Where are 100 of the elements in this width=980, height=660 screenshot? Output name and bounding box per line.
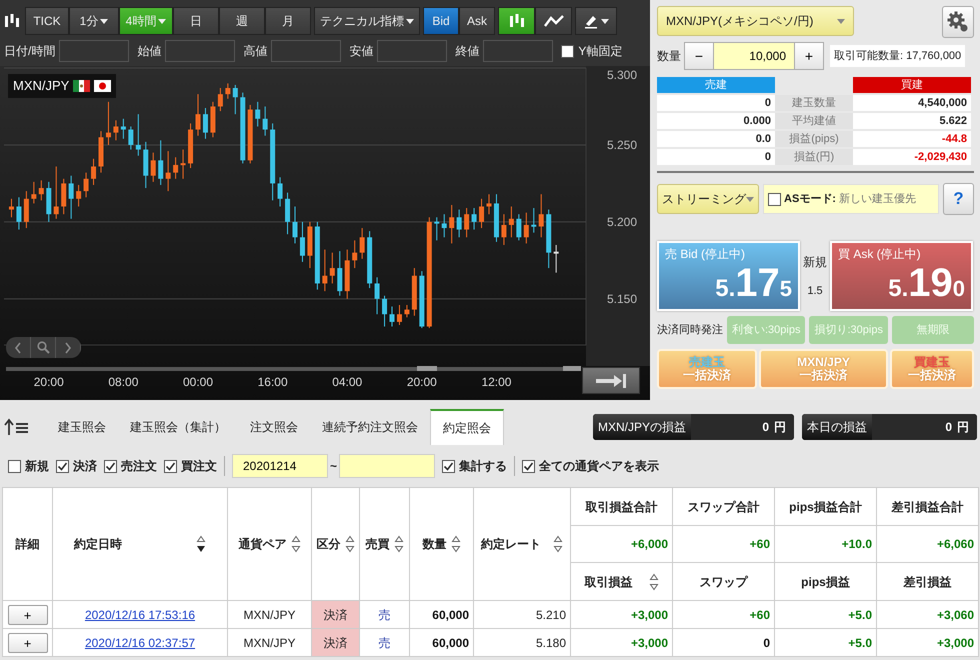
axis-label: 5.150 <box>606 292 637 306</box>
sell-header: 売建 <box>657 77 775 93</box>
checkbox[interactable] <box>104 460 117 472</box>
caret-icon <box>601 18 609 24</box>
line-chart-icon <box>544 14 564 28</box>
candle <box>314 221 320 290</box>
tab[interactable]: 連続予約注文照会 <box>310 409 430 445</box>
candle <box>382 295 388 328</box>
quantity-field[interactable]: 10,000 <box>714 42 794 70</box>
timeframe-button[interactable]: 日 <box>173 7 219 35</box>
pl-value: 0 <box>762 418 769 436</box>
sort-icon[interactable] <box>196 534 206 554</box>
input-field[interactable] <box>377 40 448 62</box>
expand-button[interactable]: + <box>8 632 48 652</box>
expand-button[interactable]: + <box>8 604 48 624</box>
total-value: +60 <box>750 537 770 551</box>
help-button[interactable]: ? <box>943 183 974 215</box>
checkbox[interactable] <box>768 192 781 206</box>
timeframe-button[interactable]: TICK <box>25 7 69 35</box>
input-field[interactable] <box>483 40 554 62</box>
input-field[interactable] <box>165 40 236 62</box>
checkbox[interactable] <box>442 460 456 472</box>
candle <box>240 92 246 164</box>
total-value: +6,060 <box>936 537 974 551</box>
input-field[interactable]: 新しい建玉優先 <box>838 190 935 208</box>
candle <box>54 166 59 220</box>
buy-price-button[interactable]: 買 Ask (停止中) 5.190 <box>830 241 973 311</box>
scroll-to-end-button[interactable] <box>582 367 640 394</box>
candle <box>442 214 447 238</box>
checkbox-label: 決済 <box>73 458 97 475</box>
caret-icon <box>746 196 754 202</box>
checkbox[interactable] <box>522 460 536 472</box>
candle <box>434 216 440 241</box>
indicator-menu-button[interactable]: テクニカル指標 <box>314 7 420 35</box>
tab[interactable]: 建玉照会（集計） <box>118 409 238 445</box>
field-label: 始値 <box>137 43 162 60</box>
date-field[interactable] <box>339 454 436 478</box>
field-label: 終値 <box>455 43 480 60</box>
candle <box>16 196 22 230</box>
candle <box>173 156 178 180</box>
input-field[interactable] <box>59 40 130 62</box>
increment-button[interactable]: + <box>794 42 824 70</box>
caret-icon <box>406 18 414 24</box>
column-header: 約定レート <box>481 536 541 553</box>
tab[interactable]: 約定照会 <box>430 409 504 445</box>
column-header: 取引損益 <box>584 574 632 590</box>
input-field[interactable] <box>271 40 342 62</box>
field-label: 高値 <box>243 43 268 60</box>
candle <box>330 252 335 284</box>
as-mode-field[interactable]: ASモード: 新しい建玉優先 <box>763 184 939 214</box>
column-header: 約定日時 <box>74 536 122 553</box>
candle <box>8 198 14 218</box>
settings-button[interactable] <box>942 6 974 38</box>
timeframe-button[interactable]: 週 <box>219 7 265 35</box>
field-label: 安値 <box>349 43 374 60</box>
line-chart-button[interactable] <box>535 7 572 35</box>
date-field[interactable]: 20201214 <box>232 454 328 478</box>
row-label: 平均建値 <box>775 113 853 129</box>
row-label: 建玉数量 <box>775 95 853 111</box>
tab[interactable]: 建玉照会 <box>46 409 118 445</box>
drawing-tool-button[interactable] <box>575 7 617 35</box>
price-title: 売 Bid (停止中) <box>665 246 746 263</box>
table-cell: +60 <box>672 600 774 628</box>
price-side-button[interactable]: Ask <box>459 7 495 35</box>
mode-select[interactable]: ストリーミング <box>657 184 759 214</box>
checkbox[interactable] <box>164 460 177 472</box>
decrement-button[interactable]: − <box>684 42 714 70</box>
range-separator: ~ <box>330 458 338 475</box>
candle <box>106 101 111 146</box>
table-cell: 5.180 <box>474 628 570 656</box>
scrollbar[interactable] <box>6 366 581 371</box>
sort-menu-icon[interactable] <box>4 417 30 437</box>
buy-header: 買建 <box>853 77 971 93</box>
candle <box>61 178 66 215</box>
total-value: +6,000 <box>630 537 668 551</box>
candle <box>486 194 492 215</box>
candle <box>188 122 194 169</box>
candlestick-chart-button[interactable] <box>498 7 535 35</box>
table-cell: +3,000 <box>570 628 672 656</box>
table-cell: 決済 <box>312 600 360 628</box>
row-label: 損益(pips) <box>775 131 853 147</box>
table-cell: 決済 <box>312 628 360 656</box>
checkbox[interactable] <box>56 460 69 472</box>
candle <box>524 212 529 244</box>
currency-select[interactable]: MXN/JPY(メキシコペソ/円) <box>657 6 854 36</box>
timeframe-button[interactable]: 月 <box>265 7 311 35</box>
candle <box>98 130 104 174</box>
spread-label: 新規 <box>803 254 827 271</box>
tab[interactable]: 注文照会 <box>238 409 310 445</box>
axis-label: 12:00 <box>481 375 512 389</box>
table-cell: +5.0 <box>774 600 876 628</box>
checkbox[interactable] <box>8 460 21 472</box>
candlestick-icon[interactable] <box>4 13 20 29</box>
candle <box>76 184 82 207</box>
timeframe-button[interactable]: 1分 <box>69 7 119 35</box>
gear-icon <box>947 11 969 33</box>
checkbox[interactable] <box>561 44 574 58</box>
checkbox-label: 売注文 <box>121 458 157 475</box>
table-cell: 0 <box>672 628 774 656</box>
price-side-button[interactable]: Bid <box>423 7 459 35</box>
